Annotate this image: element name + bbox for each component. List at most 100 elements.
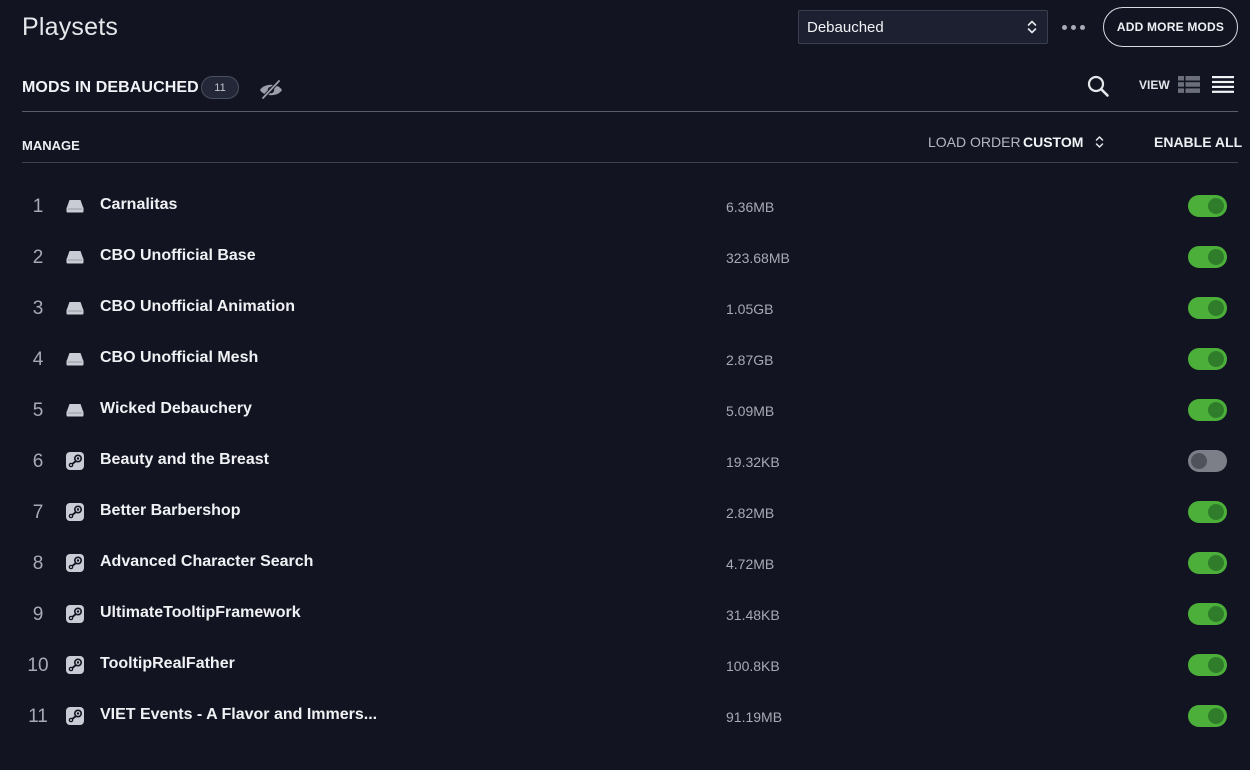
mods-section-title: MODS IN DEBAUCHED	[22, 79, 199, 96]
grid-list-icon	[1178, 76, 1200, 93]
mod-name[interactable]: Advanced Character Search	[100, 553, 313, 571]
toggle-knob	[1208, 708, 1224, 724]
page-title: Playsets	[22, 13, 119, 41]
mod-load-index: 2	[32, 247, 44, 268]
mod-size: 1.05GB	[726, 301, 774, 317]
steam-icon	[65, 451, 85, 471]
view-label: VIEW	[1139, 78, 1170, 92]
mod-load-index: 9	[32, 604, 44, 625]
mod-size: 323.68MB	[726, 250, 790, 266]
manage-button[interactable]: MANAGE	[22, 138, 80, 153]
mod-row[interactable]: 9 UltimateTooltipFramework 31.48KB	[0, 589, 1250, 640]
mod-enable-toggle[interactable]	[1188, 603, 1227, 625]
steam-icon	[65, 502, 85, 522]
enable-all-button[interactable]: ENABLE ALL	[1154, 134, 1242, 150]
mod-size: 2.87GB	[726, 352, 774, 368]
mod-size: 19.32KB	[726, 454, 780, 470]
mod-size: 5.09MB	[726, 403, 775, 419]
mod-load-index: 7	[32, 502, 44, 523]
mod-enable-toggle[interactable]	[1188, 246, 1227, 268]
mod-name[interactable]: Wicked Debauchery	[100, 400, 252, 418]
load-order-label: LOAD ORDER	[928, 134, 1021, 150]
mod-row[interactable]: 11 VIET Events - A Flavor and Immers... 91…	[0, 691, 1250, 742]
more-dots-icon	[1061, 24, 1067, 30]
compact-list-icon	[1212, 76, 1234, 93]
mod-row[interactable]: 5 Wicked Debauchery 5.09MB	[0, 385, 1250, 436]
playset-dropdown[interactable]: Debauched	[798, 10, 1048, 44]
view-detailed-button[interactable]	[1178, 76, 1200, 93]
toggle-knob	[1208, 555, 1224, 571]
up-down-chevron-icon	[1096, 136, 1104, 148]
mod-row[interactable]: 6 Beauty and the Breast 19.32KB	[0, 436, 1250, 487]
steam-icon	[65, 655, 85, 675]
mod-name[interactable]: Carnalitas	[100, 196, 177, 214]
local-drive-icon	[65, 247, 85, 267]
playset-dropdown-value: Debauched	[807, 18, 884, 36]
mod-name[interactable]: CBO Unofficial Base	[100, 247, 256, 265]
mod-size: 31.48KB	[726, 607, 780, 623]
local-drive-icon	[65, 298, 85, 318]
mod-enable-toggle[interactable]	[1188, 705, 1227, 727]
mod-enable-toggle[interactable]	[1188, 399, 1227, 421]
mod-enable-toggle[interactable]	[1188, 654, 1227, 676]
mod-row[interactable]: 10 TooltipRealFather 100.8KB	[0, 640, 1250, 691]
up-down-chevron-icon	[1027, 19, 1037, 35]
mod-name[interactable]: VIET Events - A Flavor and Immers...	[100, 706, 377, 724]
mod-row[interactable]: 7 Better Barbershop 2.82MB	[0, 487, 1250, 538]
mod-load-index: 11	[28, 706, 48, 727]
toggle-knob	[1208, 504, 1224, 520]
mod-enable-toggle[interactable]	[1188, 297, 1227, 319]
mod-name[interactable]: CBO Unofficial Mesh	[100, 349, 258, 367]
hide-disabled-toggle[interactable]	[258, 78, 284, 100]
search-button[interactable]	[1086, 74, 1110, 98]
eye-slash-icon	[260, 79, 282, 100]
mod-row[interactable]: 8 Advanced Character Search 4.72MB	[0, 538, 1250, 589]
mod-enable-toggle[interactable]	[1188, 552, 1227, 574]
toggle-knob	[1208, 402, 1224, 418]
mod-enable-toggle[interactable]	[1188, 195, 1227, 217]
mod-row[interactable]: 3 CBO Unofficial Animation 1.05GB	[0, 283, 1250, 334]
mod-name[interactable]: CBO Unofficial Animation	[100, 298, 295, 316]
steam-icon	[65, 604, 85, 624]
header-divider	[22, 111, 1238, 112]
mod-list: 1 Carnalitas 6.36MB 2 CBO Unofficial Base 323…	[0, 181, 1250, 742]
toolbar-divider	[22, 162, 1238, 163]
toggle-knob	[1208, 300, 1224, 316]
mod-name[interactable]: TooltipRealFather	[100, 655, 235, 673]
toggle-knob	[1191, 453, 1207, 469]
mod-name[interactable]: UltimateTooltipFramework	[100, 604, 301, 622]
mod-row[interactable]: 1 Carnalitas 6.36MB	[0, 181, 1250, 232]
steam-icon	[65, 553, 85, 573]
toggle-knob	[1208, 198, 1224, 214]
more-dots-icon	[1070, 24, 1076, 30]
mod-enable-toggle[interactable]	[1188, 450, 1227, 472]
mod-load-index: 1	[32, 196, 44, 217]
mod-load-index: 4	[32, 349, 44, 370]
mod-load-index: 3	[32, 298, 44, 319]
load-order-selector[interactable]: CUSTOM	[1023, 134, 1104, 150]
local-drive-icon	[65, 196, 85, 216]
local-drive-icon	[65, 349, 85, 369]
add-more-mods-button[interactable]: ADD MORE MODS	[1103, 7, 1238, 47]
more-dots-icon	[1079, 24, 1085, 30]
mod-size: 91.19MB	[726, 709, 783, 725]
load-order-value: CUSTOM	[1023, 134, 1084, 150]
mod-size: 6.36MB	[726, 199, 775, 215]
mod-size: 100.8KB	[726, 658, 780, 674]
mod-name[interactable]: Beauty and the Breast	[100, 451, 269, 469]
mod-enable-toggle[interactable]	[1188, 348, 1227, 370]
toggle-knob	[1208, 657, 1224, 673]
toggle-knob	[1208, 249, 1224, 265]
mod-row[interactable]: 4 CBO Unofficial Mesh 2.87GB	[0, 334, 1250, 385]
mod-enable-toggle[interactable]	[1188, 501, 1227, 523]
more-options-button[interactable]	[1058, 16, 1088, 38]
mod-name[interactable]: Better Barbershop	[100, 502, 240, 520]
mod-row[interactable]: 2 CBO Unofficial Base 323.68MB	[0, 232, 1250, 283]
search-icon	[1087, 75, 1109, 97]
mod-load-index: 6	[32, 451, 44, 472]
view-compact-button[interactable]	[1212, 76, 1234, 93]
steam-icon	[65, 706, 85, 726]
local-drive-icon	[65, 400, 85, 420]
mod-load-index: 8	[32, 553, 44, 574]
toggle-knob	[1208, 351, 1224, 367]
